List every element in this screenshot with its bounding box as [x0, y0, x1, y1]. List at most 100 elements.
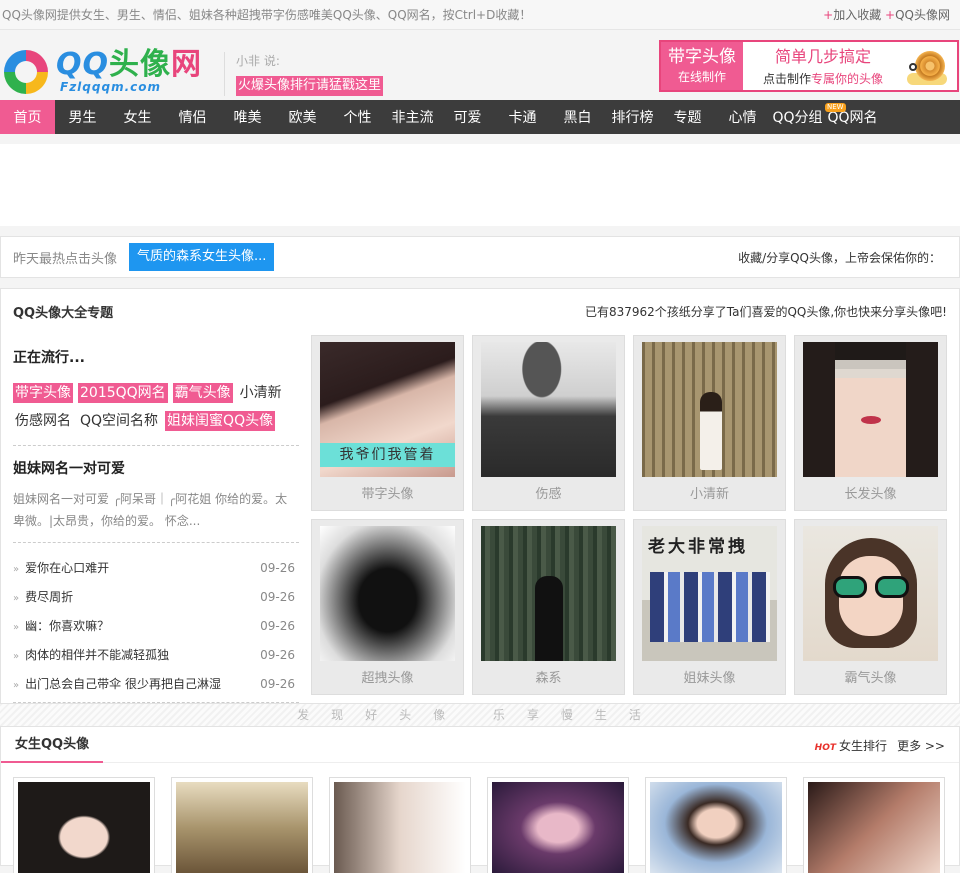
avatar-thumb [18, 782, 150, 873]
avatar-thumb [320, 526, 455, 661]
news-list: » 爱你在心口难开 09-26 » 费尽周折 09-26 » 幽：你喜欢嘛？ 09-26 »… [13, 553, 299, 698]
avatar-thumb [808, 782, 940, 873]
topic-panel: QQ头像大全专题 已有837962个孩纸分享了Ta们喜爱的QQ头像,你也快来分享… [0, 288, 960, 704]
topic-card[interactable]: 长发头像 [794, 335, 947, 511]
list-item[interactable]: » 出门总会自己带伞 很少再把自己淋湿 09-26 [13, 669, 299, 698]
header: QQ头像网 Fzlqqqm.com 小非 说: 火爆头像排行请猛戳这里 带字头像… [0, 30, 960, 100]
tag-link[interactable]: 2015QQ网名 [78, 383, 168, 403]
tag-link[interactable]: 带字头像 [13, 383, 73, 403]
avatar-thumb [650, 782, 782, 873]
girls-section: 女生QQ头像 HOT 女生排行 更多 >> [0, 726, 960, 873]
girls-header: 女生QQ头像 HOT 女生排行 更多 >> [1, 727, 959, 763]
avatar-thumb [492, 782, 624, 873]
share-text: 收藏/分享QQ头像，上帝会保佑你的： [738, 251, 941, 265]
topic-card[interactable]: 老大非常拽 姐妹头像 [633, 519, 786, 695]
promo-left: 带字头像 在线制作 [661, 42, 743, 90]
nav-item-couples[interactable]: 情侣 [165, 100, 220, 134]
site-logo[interactable]: QQ头像网 Fzlqqqm.com [4, 48, 219, 94]
add-favorite-link[interactable]: 加入收藏 [833, 8, 881, 22]
home-link[interactable]: QQ头像网 [895, 8, 950, 22]
logo-domain: Fzlqqqm.com [60, 80, 161, 94]
avatar-thumb [481, 526, 616, 661]
list-item[interactable]: » 幽：你喜欢嘛？ 09-26 [13, 611, 299, 640]
topic-header: QQ头像大全专题 已有837962个孩纸分享了Ta们喜爱的QQ头像,你也快来分享… [1, 289, 959, 333]
site-intro: QQ头像网提供女生、男生、情侣、姐妹各种超拽带字伤感唯美QQ头像、QQ网名，按C… [2, 8, 532, 22]
wall-text: 老大非常拽 [648, 537, 748, 557]
logo-ring-icon [4, 50, 48, 94]
avatar-card[interactable] [13, 777, 155, 873]
avatar-thumb [642, 342, 777, 477]
topic-grid: 我爷们我管着 带字头像 伤感 小清新 长发头像 超拽头像 森系 老大非常拽 姐妹… [311, 335, 951, 695]
feature-title[interactable]: 姐妹网名一对可爱 [13, 458, 299, 478]
nav-item-western[interactable]: 欧美 [275, 100, 330, 134]
nav-item-personality[interactable]: 个性 [330, 100, 385, 134]
nav-item-aesthetic[interactable]: 唯美 [220, 100, 275, 134]
tag-link[interactable]: QQ空间名称 [78, 411, 160, 431]
nav-item-mood[interactable]: 心情 [715, 100, 770, 134]
girls-ranking-link[interactable]: HOT 女生排行 [815, 737, 887, 754]
arrow-icon: » [13, 651, 20, 662]
list-item[interactable]: » 爱你在心口难开 09-26 [13, 553, 299, 582]
tag-link[interactable]: 伤感网名 [13, 411, 73, 431]
thumb-overlay-text: 我爷们我管着 [320, 443, 455, 467]
nav-item-cartoon[interactable]: 卡通 [495, 100, 550, 134]
list-item[interactable]: » 肉体的相伴并不能减轻孤独 09-26 [13, 640, 299, 669]
topic-title: QQ头像大全专题 [13, 305, 114, 321]
nav-item-home[interactable]: 首页 [0, 100, 55, 134]
top-links: +加入收藏 +QQ头像网 [823, 8, 950, 22]
trending-tags: 带字头像 2015QQ网名 霸气头像 小清新 伤感网名 QQ空间名称 姐妹闺蜜QQ头像 [13, 379, 299, 435]
new-badge: NEW [825, 103, 846, 112]
avatar-card[interactable] [171, 777, 313, 873]
hot-bar: 昨天最热点击头像 气质的森系女生头像... 收藏/分享QQ头像，上帝会保佑你的： [0, 236, 960, 278]
avatar-thumb [803, 526, 938, 661]
tag-link[interactable]: 姐妹闺蜜QQ头像 [165, 411, 276, 431]
topic-left-column: 正在流行... 带字头像 2015QQ网名 霸气头像 小清新 伤感网名 QQ空间名称 姐妹… [13, 337, 299, 713]
arrow-icon: » [13, 593, 20, 604]
nav-item-qq-groups[interactable]: QQ分组 [770, 100, 825, 134]
snail-icon [907, 47, 949, 87]
topic-card[interactable]: 伤感 [472, 335, 625, 511]
trending-title: 正在流行... [13, 350, 85, 366]
girls-thumbs [13, 777, 945, 873]
nav-item-topics[interactable]: 专题 [660, 100, 715, 134]
feature-desc: 姐妹网名一对可爱 ╭阿呆哥｜╭阿花姐 你给的爱。太卑微。|太昂贵，你给的爱。 怀… [13, 492, 288, 528]
topic-card[interactable]: 我爷们我管着 带字头像 [311, 335, 464, 511]
topic-card[interactable]: 霸气头像 [794, 519, 947, 695]
topic-card[interactable]: 森系 [472, 519, 625, 695]
hot-icon: HOT [814, 743, 836, 753]
avatar-thumb [176, 782, 308, 873]
avatar-card[interactable] [645, 777, 787, 873]
topic-card[interactable]: 小清新 [633, 335, 786, 511]
tag-link[interactable]: 小清新 [238, 383, 284, 403]
avatar-thumb: 我爷们我管着 [320, 342, 455, 477]
promo-right: 简单几步搞定 点击制作专属你的头像 [762, 47, 884, 86]
nav-item-cute[interactable]: 可爱 [440, 100, 495, 134]
top-bar: QQ头像网提供女生、男生、情侣、姐妹各种超拽带字伤感唯美QQ头像、QQ网名，按C… [0, 0, 960, 30]
notice: 小非 说: 火爆头像排行请猛戳这里 [224, 52, 384, 96]
hot-ranking-link[interactable]: 火爆头像排行请猛戳这里 [236, 76, 384, 96]
avatar-thumb: 老大非常拽 [642, 526, 777, 661]
notice-author: 小非 说: [236, 54, 280, 68]
nav-item-girls[interactable]: 女生 [110, 100, 165, 134]
avatar-thumb [334, 782, 466, 873]
nav-item-ranking[interactable]: 排行榜 [605, 100, 660, 134]
avatar-card[interactable] [329, 777, 471, 873]
nav-item-bw[interactable]: 黑白 [550, 100, 605, 134]
nav-item-boys[interactable]: 男生 [55, 100, 110, 134]
list-item[interactable]: » 费尽周折 09-26 [13, 582, 299, 611]
topic-card[interactable]: 超拽头像 [311, 519, 464, 695]
hot-avatar-link[interactable]: 气质的森系女生头像... [129, 243, 275, 271]
nav-item-alternative[interactable]: 非主流 [385, 100, 440, 134]
nav-item-qq-nicknames[interactable]: NEW QQ网名 [825, 100, 880, 134]
more-link[interactable]: 更多 >> [897, 737, 945, 754]
avatar-thumb [803, 342, 938, 477]
avatar-card[interactable] [487, 777, 629, 873]
avatar-thumb [481, 342, 616, 477]
share-stat: 已有837962个孩纸分享了Ta们喜爱的QQ头像,你也快来分享头像吧! [584, 304, 947, 319]
make-avatar-banner[interactable]: 带字头像 在线制作 简单几步搞定 点击制作专属你的头像 [659, 40, 959, 92]
ad-area [0, 134, 960, 226]
avatar-card[interactable] [803, 777, 945, 873]
arrow-icon: » [13, 564, 20, 575]
tag-link[interactable]: 霸气头像 [172, 383, 233, 403]
hot-label: 昨天最热点击头像 [13, 251, 118, 267]
